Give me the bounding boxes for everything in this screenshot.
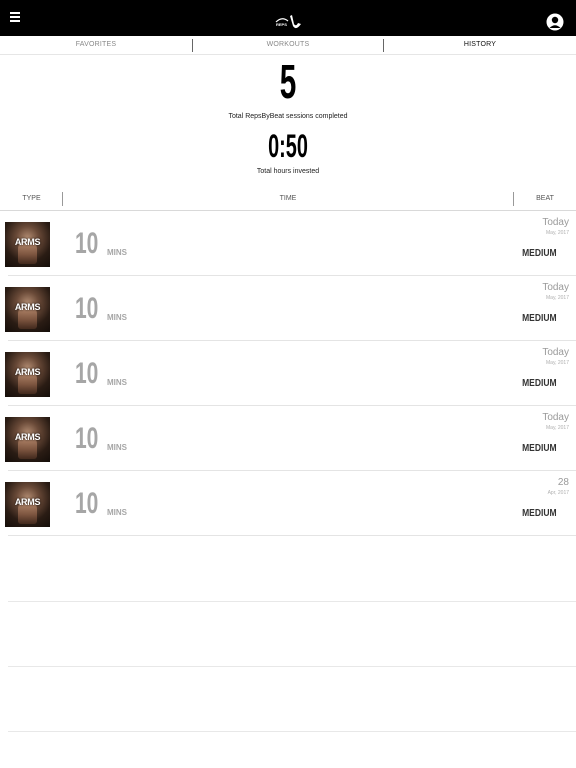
session-day: Today xyxy=(542,347,569,358)
beat-level: MEDIUM xyxy=(522,508,557,519)
sessions-count: 5 xyxy=(279,56,297,109)
workout-thumbnail: ARMS xyxy=(5,222,50,267)
repsbybeat-logo-icon: REPS xyxy=(275,15,301,29)
top-bar: REPS xyxy=(0,0,576,36)
session-month: May, 2017 xyxy=(546,295,569,301)
column-header-time: TIME xyxy=(279,195,297,202)
column-header-beat: BEAT xyxy=(536,195,554,202)
session-day: Today xyxy=(542,412,569,423)
workout-thumbnail: ARMS xyxy=(5,417,50,462)
history-row[interactable]: ARMS 10 MINS 28 Apr, 2017 MEDIUM xyxy=(0,471,576,536)
beat-level: MEDIUM xyxy=(522,443,557,454)
workout-type: ARMS xyxy=(14,367,41,377)
empty-row-divider xyxy=(8,731,576,732)
svg-text:REPS: REPS xyxy=(276,22,287,27)
workout-type: ARMS xyxy=(14,237,41,247)
workout-thumbnail: ARMS xyxy=(5,287,50,332)
tab-bar: FAVORITES WORKOUTS HISTORY xyxy=(0,36,576,55)
duration-unit: MINS xyxy=(107,378,127,387)
hours-invested: 0:50 xyxy=(268,128,308,164)
beat-level: MEDIUM xyxy=(522,313,557,324)
session-day: Today xyxy=(542,217,569,228)
empty-row-divider xyxy=(8,666,576,667)
row-divider xyxy=(8,535,576,536)
tab-workouts[interactable]: WORKOUTS xyxy=(193,36,383,54)
duration-value: 10 xyxy=(75,357,99,390)
history-row[interactable]: ARMS 10 MINS Today May, 2017 MEDIUM xyxy=(0,276,576,341)
session-month: Apr, 2017 xyxy=(547,490,569,496)
duration-unit: MINS xyxy=(107,313,127,322)
sessions-label: Total RepsByBeat sessions completed xyxy=(228,113,348,120)
duration-value: 10 xyxy=(75,422,99,455)
tab-history[interactable]: HISTORY xyxy=(384,36,576,54)
user-profile-icon[interactable] xyxy=(546,13,564,31)
workout-type: ARMS xyxy=(14,302,41,312)
workout-thumbnail: ARMS xyxy=(5,352,50,397)
history-row[interactable]: ARMS 10 MINS Today May, 2017 MEDIUM xyxy=(0,211,576,276)
session-month: May, 2017 xyxy=(546,425,569,431)
tab-favorites[interactable]: FAVORITES xyxy=(0,36,192,54)
duration-unit: MINS xyxy=(107,508,127,517)
duration-unit: MINS xyxy=(107,248,127,257)
session-day: Today xyxy=(542,282,569,293)
column-header-type: TYPE xyxy=(22,195,41,202)
empty-row-divider xyxy=(8,601,576,602)
session-day: 28 xyxy=(557,477,569,488)
session-month: May, 2017 xyxy=(546,360,569,366)
history-row[interactable]: ARMS 10 MINS Today May, 2017 MEDIUM xyxy=(0,341,576,406)
workout-type: ARMS xyxy=(14,497,41,507)
hours-label: Total hours invested xyxy=(256,168,320,175)
history-row[interactable]: ARMS 10 MINS Today May, 2017 MEDIUM xyxy=(0,406,576,471)
beat-level: MEDIUM xyxy=(522,378,557,389)
session-month: May, 2017 xyxy=(546,230,569,236)
hamburger-menu-icon[interactable] xyxy=(10,12,20,22)
workout-thumbnail: ARMS xyxy=(5,482,50,527)
workout-type: ARMS xyxy=(14,432,41,442)
duration-unit: MINS xyxy=(107,443,127,452)
duration-value: 10 xyxy=(75,487,99,520)
duration-value: 10 xyxy=(75,227,99,260)
beat-level: MEDIUM xyxy=(522,248,557,259)
duration-value: 10 xyxy=(75,292,99,325)
